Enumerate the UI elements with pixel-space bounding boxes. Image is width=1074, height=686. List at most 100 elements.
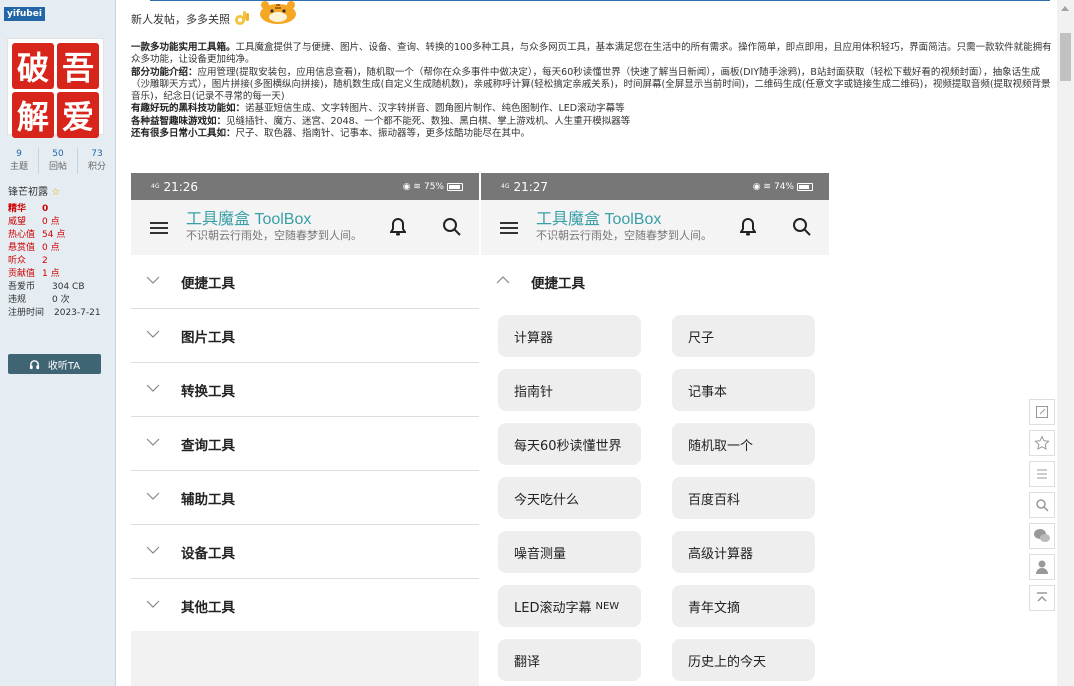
tool-tile[interactable]: 翻译	[498, 639, 641, 681]
avatar-char: 解	[12, 92, 54, 138]
bell-icon[interactable]	[740, 217, 756, 237]
info-row: 违规 0 次	[8, 294, 101, 307]
list-icon	[1037, 469, 1047, 479]
menu-icon[interactable]	[150, 222, 168, 234]
screenshot-home: 4G 21:26 ◉ ≋ 75% 工具魔盒 ToolBox 不识朝云行雨处，空随春梦…	[131, 173, 479, 686]
info-row: 热心值 54 点	[8, 229, 101, 242]
user-icon	[1036, 560, 1048, 574]
favorite-button[interactable]	[1029, 430, 1055, 456]
chevron-down-icon	[146, 276, 160, 284]
info-row: 听众 2	[8, 255, 101, 268]
listen-label: 收听TA	[47, 360, 81, 372]
category-label: 转换工具	[181, 383, 235, 400]
stat-label: 积分	[87, 162, 106, 172]
edit-icon	[1036, 406, 1048, 418]
info-value: 0 点	[42, 217, 60, 227]
battery-percent: 74%	[773, 181, 794, 192]
category-label: 设备工具	[181, 545, 235, 562]
tool-tile[interactable]: 随机取一个	[672, 423, 815, 465]
tool-tile-led[interactable]: LED滚动字幕 NEW	[498, 585, 641, 627]
category-item[interactable]: 其他工具	[131, 579, 479, 633]
menu-icon[interactable]	[500, 222, 518, 234]
para-text: 见缝插针、魔方、迷宫、2048、一个都不能死、数独、黑白棋、掌上游戏机、人生重开…	[226, 115, 631, 127]
post-paragraph: 一款多功能实用工具箱。工具魔盒提供了与便捷、图片、设备、查询、转换的100多种工…	[131, 42, 1053, 67]
stat-topics[interactable]: 9 主题	[0, 148, 39, 174]
scroll-up-arrow[interactable]	[1061, 6, 1069, 11]
back-to-top-button[interactable]	[1029, 585, 1055, 611]
post-paragraph: 有趣好玩的黑科技功能如：诺基亚短信生成、文字转图片、汉字转拼音、圆角图片制作、纯…	[131, 103, 1053, 115]
listen-button[interactable]: 收听TA	[8, 354, 101, 374]
profile-button[interactable]	[1029, 554, 1055, 580]
username-link[interactable]: yifubei	[4, 7, 45, 21]
status-time: 21:27	[513, 179, 549, 194]
info-row: 精华 0	[8, 203, 101, 216]
app-title: 工具魔盒 ToolBox	[536, 211, 662, 228]
info-row: 贡献值 1 点	[8, 268, 101, 281]
tool-tile[interactable]: 高级计算器	[672, 531, 815, 573]
app-subtitle: 不识朝云行雨处，空随春梦到人间。	[536, 229, 712, 242]
tool-tile[interactable]: 百度百科	[672, 477, 815, 519]
para-text: 工具魔盒提供了与便捷、图片、设备、查询、转换的100多种工具，与众多网页工具，基…	[131, 42, 1052, 66]
status-bar: 4G 21:26 ◉ ≋ 75%	[131, 173, 479, 200]
app-subtitle: 不识朝云行雨处，空随春梦到人间。	[186, 229, 362, 242]
para-text: 尺子、取色器、指南针、记事本、振动器等，更多炫酷功能尽在其中。	[235, 128, 531, 140]
category-item[interactable]: 转换工具	[131, 363, 479, 417]
tool-tile[interactable]: 每天60秒读懂世界	[498, 423, 641, 465]
bell-icon[interactable]	[390, 217, 406, 237]
tool-tile[interactable]: 指南针	[498, 369, 641, 411]
category-item-expanded[interactable]: 便捷工具	[481, 255, 829, 309]
search-icon	[1036, 499, 1049, 512]
info-row: 威望 0 点	[8, 216, 101, 229]
back-to-top-icon	[1037, 592, 1047, 602]
chevron-down-icon	[146, 384, 160, 392]
chevron-down-icon	[146, 438, 160, 446]
stat-replies[interactable]: 50 回帖	[39, 148, 78, 174]
user-stats: 9 主题 50 回帖 73 积分	[0, 148, 116, 174]
signal-label: 4G	[501, 182, 510, 190]
page-scrollbar[interactable]	[1057, 0, 1074, 686]
user-rank[interactable]: 锋芒初露 ☆	[8, 183, 60, 198]
tool-tile[interactable]: 计算器	[498, 315, 641, 357]
wechat-button[interactable]	[1029, 523, 1055, 549]
category-item[interactable]: 辅助工具	[131, 471, 479, 525]
para-lead: 各种益智趣味游戏如：	[131, 115, 227, 127]
category-item[interactable]: 查询工具	[131, 417, 479, 471]
tiger-emoji-icon	[254, 0, 302, 24]
tool-tile[interactable]: 记事本	[672, 369, 815, 411]
post-paragraph: 还有很多日常小工具如：尺子、取色器、指南针、记事本、振动器等，更多炫酷功能尽在其…	[131, 128, 1053, 140]
category-item[interactable]: 便捷工具	[131, 255, 479, 309]
tool-tile[interactable]: 尺子	[672, 315, 815, 357]
category-item[interactable]: 设备工具	[131, 525, 479, 579]
battery-icon	[797, 182, 813, 191]
user-sidebar: yifubei 破 吾 解 爱 9 主题 50 回帖 73 积分 锋芒初露 ☆ 精华 0…	[0, 0, 116, 686]
ok-hand-icon	[232, 10, 252, 28]
stat-points[interactable]: 73 积分	[78, 148, 116, 174]
post-greeting: 新人发帖，多多关照	[131, 1, 302, 28]
tool-tile[interactable]: 历史上的今天	[672, 639, 815, 681]
avatar[interactable]: 破 吾 解 爱	[7, 38, 104, 138]
info-value: 2023-7-21	[54, 308, 101, 318]
tool-tile[interactable]: 青年文摘	[672, 585, 815, 627]
search-button[interactable]	[1029, 492, 1055, 518]
search-icon[interactable]	[442, 217, 462, 237]
search-icon[interactable]	[792, 217, 812, 237]
scroll-thumb[interactable]	[1060, 33, 1071, 81]
info-value: 0 点	[42, 243, 60, 253]
edit-button[interactable]	[1029, 399, 1055, 425]
info-key: 精华	[8, 204, 27, 214]
category-list: 便捷工具 图片工具 转换工具 查询工具 辅助工具 设备工具 其他工具	[131, 255, 479, 633]
tool-tile[interactable]: 噪音测量	[498, 531, 641, 573]
battery-icon	[447, 182, 463, 191]
category-item[interactable]: 图片工具	[131, 309, 479, 363]
signal-label: 4G	[151, 182, 160, 190]
star-icon: ☆	[51, 187, 61, 198]
info-key: 注册时间	[8, 308, 45, 318]
para-text: 诺基亚短信生成、文字转图片、汉字转拼音、圆角图片制作、纯色图制作、LED滚动字幕…	[245, 103, 625, 115]
para-lead: 有趣好玩的黑科技功能如：	[131, 103, 246, 115]
stat-label: 回帖	[48, 162, 67, 172]
tool-tile[interactable]: 今天吃什么	[498, 477, 641, 519]
status-time: 21:26	[163, 179, 199, 194]
chevron-down-icon	[146, 546, 160, 554]
chevron-down-icon	[146, 330, 160, 338]
list-button[interactable]	[1029, 461, 1055, 487]
